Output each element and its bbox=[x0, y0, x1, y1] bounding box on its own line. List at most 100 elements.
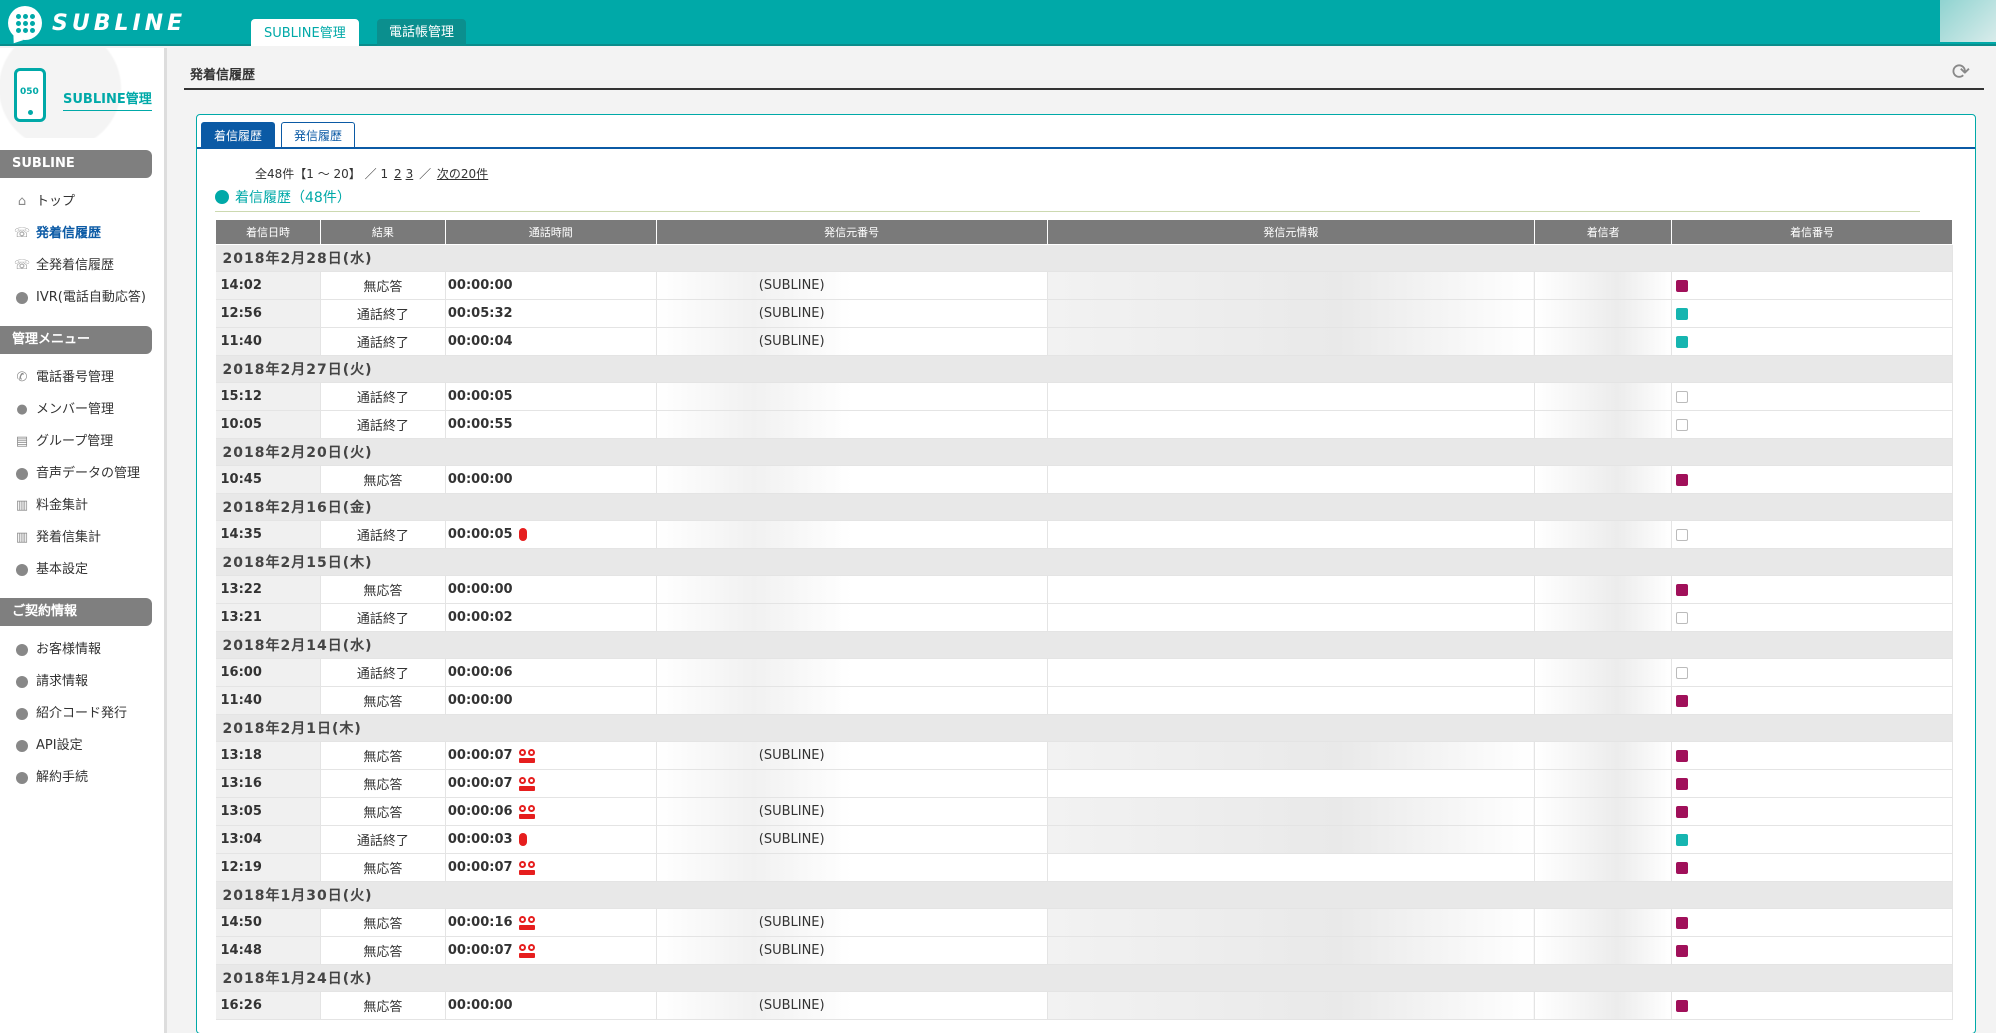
sidebar-item[interactable]: ● メンバー管理 bbox=[0, 394, 164, 426]
call-time: 13:04 bbox=[215, 825, 321, 854]
caller-number: (SUBLINE) bbox=[656, 299, 1048, 328]
sidebar-item[interactable]: 紹介コード発行 bbox=[0, 698, 164, 730]
phone-number-prefix: 050 bbox=[20, 87, 39, 97]
table-row[interactable]: 14:50 無応答 00:00:16 (SUBLINE) bbox=[215, 908, 1953, 937]
table-row[interactable]: 13:18 無応答 00:00:07 (SUBLINE) bbox=[215, 741, 1953, 770]
sidebar-item[interactable]: ▥ 料金集計 bbox=[0, 490, 164, 522]
pager-next[interactable]: 次の20件 bbox=[437, 167, 488, 181]
table-row[interactable]: 15:12 通話終了 00:00:05 bbox=[215, 382, 1953, 411]
sidebar-item[interactable]: ☏ 全発着信履歴 bbox=[0, 250, 164, 282]
call-duration: 00:00:02 bbox=[447, 610, 513, 625]
sidebar-item[interactable]: 請求情報 bbox=[0, 666, 164, 698]
receiver bbox=[1534, 465, 1673, 494]
table-row[interactable]: 16:26 無応答 00:00:00 (SUBLINE) bbox=[215, 991, 1953, 1020]
tab-subline-admin[interactable]: SUBLINE管理 bbox=[251, 19, 359, 46]
refresh-icon[interactable]: ⟳ bbox=[1952, 60, 1970, 85]
col-header-caller-number[interactable]: 発信元番号 bbox=[655, 219, 1048, 245]
col-header-datetime[interactable]: 着信日時 bbox=[215, 219, 321, 245]
list-title: 着信履歴（48件） bbox=[215, 187, 351, 207]
call-result: 無応答 bbox=[320, 797, 446, 826]
brand-name: SUBLINE bbox=[52, 10, 187, 36]
table-row[interactable]: 12:19 無応答 00:00:07 bbox=[215, 853, 1953, 882]
sidebar-item-label: API設定 bbox=[36, 738, 83, 753]
col-header-caller-info[interactable]: 発信元情報 bbox=[1046, 219, 1536, 245]
col-header-result[interactable]: 結果 bbox=[319, 219, 446, 245]
call-duration: 00:05:32 bbox=[447, 306, 513, 321]
received-number bbox=[1671, 382, 1953, 411]
table-row[interactable]: 14:35 通話終了 00:00:05 bbox=[215, 520, 1953, 549]
col-header-duration[interactable]: 通話時間 bbox=[444, 219, 657, 245]
user-avatar[interactable] bbox=[1940, 0, 1996, 42]
table-row[interactable]: 12:56 通話終了 00:05:32 (SUBLINE) bbox=[215, 299, 1953, 328]
status-marker bbox=[1676, 833, 1689, 846]
sidebar-item[interactable]: ✆ 電話番号管理 bbox=[0, 362, 164, 394]
date-group-row: 2018年1月30日(火) bbox=[215, 881, 1953, 909]
voicemail-icon[interactable] bbox=[518, 804, 535, 819]
call-result: 通話終了 bbox=[320, 520, 446, 549]
caller-info bbox=[1047, 465, 1536, 494]
pager-page-3[interactable]: 3 bbox=[406, 167, 414, 181]
sidebar-item[interactable]: ☏ 発着信履歴 bbox=[0, 218, 164, 250]
status-marker bbox=[1676, 418, 1689, 431]
table-row[interactable]: 16:00 通話終了 00:00:06 bbox=[215, 658, 1953, 687]
caller-number bbox=[656, 410, 1048, 439]
microphone-icon[interactable] bbox=[518, 833, 527, 846]
table-row[interactable]: 13:21 通話終了 00:00:02 bbox=[215, 603, 1953, 632]
call-time: 12:56 bbox=[215, 299, 321, 328]
sidebar-item[interactable]: ▥ 発着信集計 bbox=[0, 522, 164, 554]
sidebar-item[interactable]: 解約手続 bbox=[0, 762, 164, 794]
receiver bbox=[1534, 410, 1673, 439]
sidebar-item[interactable]: ▤ グループ管理 bbox=[0, 426, 164, 458]
sidebar-item[interactable]: ⌂ トップ bbox=[0, 186, 164, 218]
voicemail-icon[interactable] bbox=[518, 915, 535, 930]
tab-outgoing-history[interactable]: 発信履歴 bbox=[281, 122, 356, 148]
table-row[interactable]: 13:04 通話終了 00:00:03 (SUBLINE) bbox=[215, 825, 1953, 854]
call-time: 16:26 bbox=[215, 991, 321, 1020]
tab-incoming-history[interactable]: 着信履歴 bbox=[201, 122, 276, 148]
bubble-icon bbox=[14, 466, 30, 482]
sidebar-item[interactable]: お客様情報 bbox=[0, 634, 164, 666]
table-row[interactable]: 11:40 無応答 00:00:00 bbox=[215, 686, 1953, 715]
table-row[interactable]: 14:02 無応答 00:00:00 (SUBLINE) bbox=[215, 271, 1953, 300]
status-marker bbox=[1676, 307, 1689, 320]
status-marker bbox=[1676, 583, 1689, 596]
voicemail-icon[interactable] bbox=[518, 748, 535, 763]
date-group-row: 2018年1月24日(水) bbox=[215, 964, 1953, 992]
status-marker bbox=[1676, 861, 1689, 874]
receiver bbox=[1534, 382, 1673, 411]
sidebar-item[interactable]: 音声データの管理 bbox=[0, 458, 164, 490]
table-row[interactable]: 14:48 無応答 00:00:07 (SUBLINE) bbox=[215, 936, 1953, 965]
caller-number bbox=[656, 465, 1048, 494]
call-result: 通話終了 bbox=[320, 410, 446, 439]
call-time: 13:22 bbox=[215, 575, 321, 604]
table-row[interactable]: 11:40 通話終了 00:00:04 (SUBLINE) bbox=[215, 327, 1953, 356]
pager-page-2[interactable]: 2 bbox=[394, 167, 402, 181]
caller-info bbox=[1047, 797, 1536, 826]
voicemail-icon[interactable] bbox=[518, 860, 535, 875]
table-row[interactable]: 13:05 無応答 00:00:06 (SUBLINE) bbox=[215, 797, 1953, 826]
call-duration: 00:00:07 bbox=[447, 943, 513, 958]
voicemail-icon[interactable] bbox=[518, 776, 535, 791]
table-row[interactable]: 13:22 無応答 00:00:00 bbox=[215, 575, 1953, 604]
col-header-receiver[interactable]: 着信者 bbox=[1534, 219, 1673, 245]
call-time: 14:48 bbox=[215, 936, 321, 965]
voicemail-icon[interactable] bbox=[518, 943, 535, 958]
microphone-icon[interactable] bbox=[518, 528, 527, 541]
call-duration: 00:00:03 bbox=[447, 832, 513, 847]
received-number bbox=[1671, 520, 1953, 549]
call-duration-cell: 00:00:07 bbox=[445, 769, 657, 798]
sidebar-item[interactable]: IVR(電話自動応答) bbox=[0, 282, 164, 314]
table-row[interactable]: 10:05 通話終了 00:00:55 bbox=[215, 410, 1953, 439]
table-row[interactable]: 10:45 無応答 00:00:00 bbox=[215, 465, 1953, 494]
table-row[interactable]: 13:16 無応答 00:00:07 bbox=[215, 769, 1953, 798]
col-header-received-number[interactable]: 着信番号 bbox=[1671, 219, 1953, 245]
call-duration: 00:00:06 bbox=[447, 804, 513, 819]
caller-number bbox=[656, 658, 1048, 687]
sidebar-item[interactable]: API設定 bbox=[0, 730, 164, 762]
call-duration-cell: 00:05:32 bbox=[445, 299, 657, 328]
received-number bbox=[1671, 299, 1953, 328]
logo[interactable]: SUBLINE bbox=[8, 4, 186, 42]
tab-phonebook[interactable]: 電話帳管理 bbox=[377, 19, 467, 46]
sidebar-title[interactable]: SUBLINE管理 bbox=[63, 88, 152, 111]
sidebar-item[interactable]: 基本設定 bbox=[0, 554, 164, 586]
